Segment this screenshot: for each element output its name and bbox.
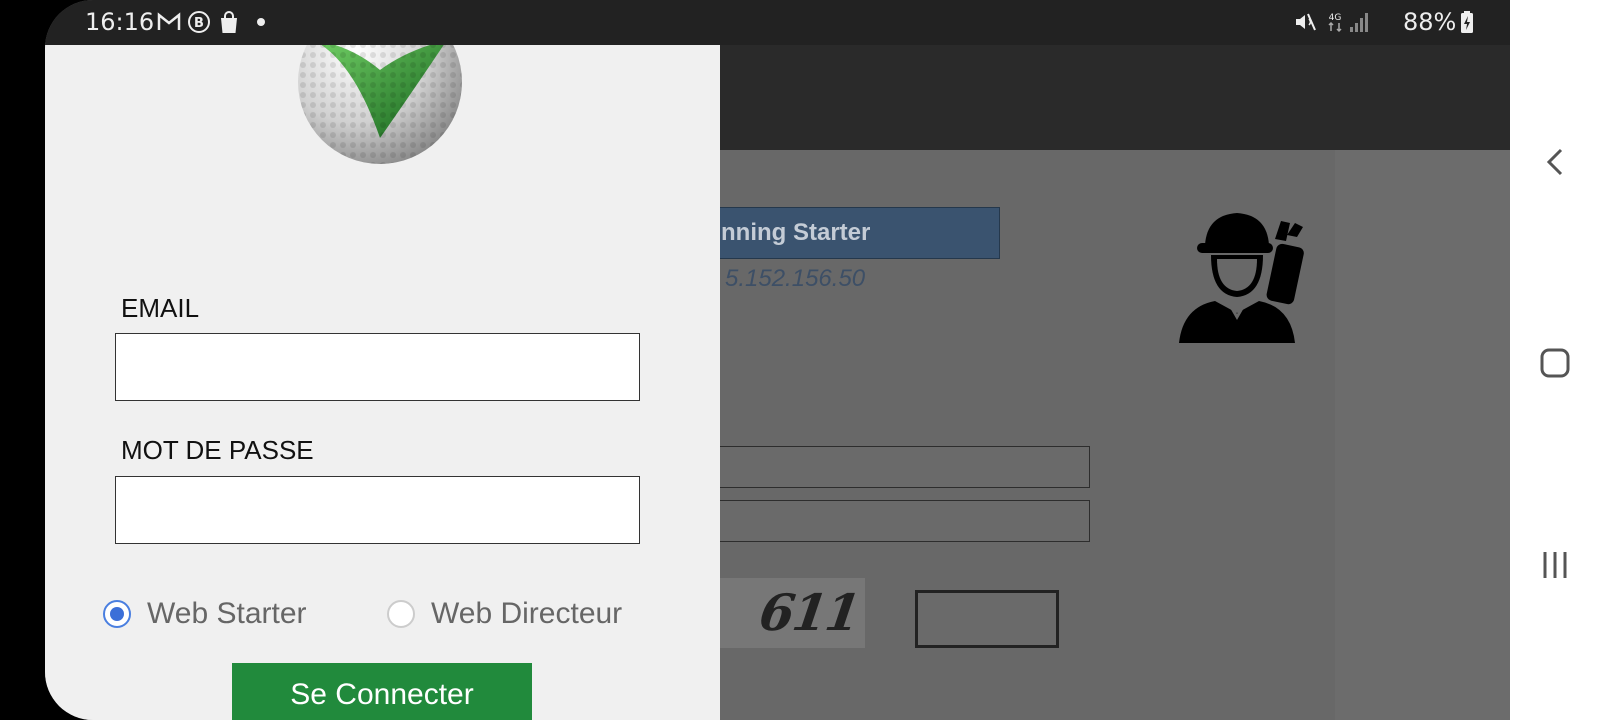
password-field[interactable] — [115, 476, 640, 544]
golf-ball-logo — [298, 45, 462, 164]
radio-web-starter[interactable]: Web Starter — [103, 597, 307, 631]
radio-checked-icon[interactable] — [103, 600, 131, 628]
email-label: EMAIL — [121, 293, 200, 323]
signal-icon — [1347, 10, 1371, 34]
radio-web-directeur[interactable]: Web Directeur — [387, 597, 622, 631]
phone-screen: 16:16 B 4G 88% nning Starter 5.152.156.5… — [45, 0, 1510, 720]
4g-icon: 4G — [1323, 10, 1347, 34]
recents-icon[interactable] — [1540, 550, 1570, 580]
background-planning-button: nning Starter — [705, 207, 1000, 259]
radio-web-directeur-label: Web Directeur — [431, 597, 623, 630]
background-captcha-image: 611 — [705, 578, 865, 648]
background-email-field — [705, 446, 1090, 488]
battery-charging-icon — [1455, 10, 1479, 34]
background-password-field — [705, 500, 1090, 542]
svg-text:B: B — [194, 16, 204, 31]
email-field[interactable] — [115, 333, 640, 401]
gmail-icon — [157, 10, 181, 34]
radio-unchecked-icon[interactable] — [387, 600, 415, 628]
background-server-ip: 5.152.156.50 — [725, 265, 866, 292]
shopping-bag-icon — [217, 10, 241, 34]
golfer-icon — [1179, 213, 1304, 343]
b-badge-icon: B — [187, 10, 211, 34]
back-icon[interactable] — [1540, 147, 1570, 177]
password-label: MOT DE PASSE — [121, 435, 314, 465]
dot-icon — [249, 10, 273, 34]
navigation-bar — [1510, 0, 1600, 720]
background-side-panel — [1335, 150, 1510, 720]
status-bar: 16:16 B 4G 88% — [45, 0, 1510, 45]
mute-icon — [1293, 10, 1317, 34]
status-time: 16:16 — [85, 8, 155, 36]
svg-text:4G: 4G — [1329, 13, 1342, 23]
connect-button[interactable]: Se Connecter — [232, 663, 532, 720]
radio-web-starter-label: Web Starter — [147, 597, 307, 630]
background-captcha-input — [915, 590, 1059, 648]
home-icon[interactable] — [1540, 348, 1570, 378]
login-drawer: EMAIL MOT DE PASSE Web Starter Web Direc… — [45, 45, 720, 720]
battery-percent: 88% — [1403, 8, 1457, 36]
